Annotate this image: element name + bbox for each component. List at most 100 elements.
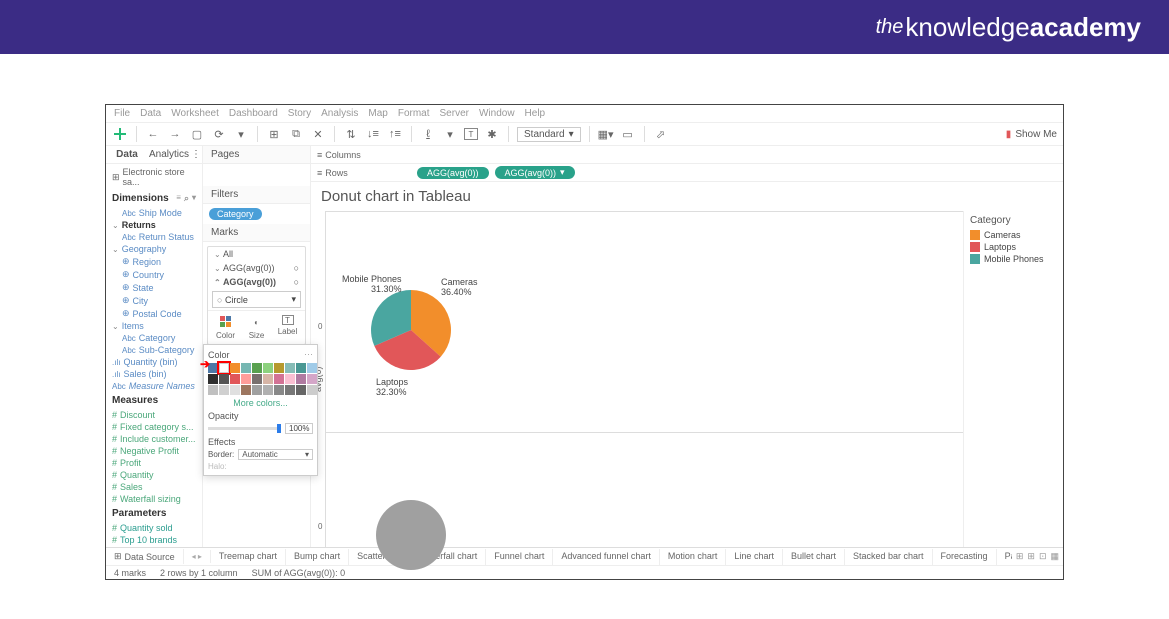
sheet-tab[interactable]: Bump chart xyxy=(286,549,349,565)
border-selector[interactable]: Automatic▾ xyxy=(238,449,313,460)
color-swatch[interactable] xyxy=(274,374,284,384)
sheet-tab[interactable]: Motion chart xyxy=(660,549,727,565)
analytics-tab[interactable]: Analytics xyxy=(148,146,190,163)
sheet-tab[interactable]: Line chart xyxy=(726,549,783,565)
opacity-input[interactable]: 100% xyxy=(285,423,313,434)
label-icon[interactable]: T xyxy=(464,128,478,140)
menu-format[interactable]: Format xyxy=(398,108,430,119)
legend-item[interactable]: Cameras xyxy=(970,230,1057,240)
color-swatch[interactable] xyxy=(252,374,262,384)
filters-shelf[interactable]: Filters xyxy=(203,186,310,204)
measure-item[interactable]: #Sales xyxy=(110,481,198,493)
color-swatch[interactable] xyxy=(296,385,306,395)
color-swatch[interactable] xyxy=(285,363,295,373)
measure-item[interactable]: #Discount xyxy=(110,409,198,421)
dropdown-icon[interactable]: ▾ xyxy=(192,193,196,204)
row-pill-2[interactable]: AGG(avg(0))▾ xyxy=(495,166,575,179)
dimension-item[interactable]: .ılıSales (bin) xyxy=(110,368,198,380)
color-swatch[interactable] xyxy=(230,374,240,384)
dimension-item[interactable]: ⌄Geography xyxy=(110,243,198,255)
dimension-item[interactable]: AbcShip Mode xyxy=(110,207,198,219)
color-swatch[interactable] xyxy=(208,385,218,395)
measure-item[interactable]: #Include customer... xyxy=(110,433,198,445)
pin-icon[interactable]: ✱ xyxy=(484,126,500,142)
marks-size-button[interactable]: ◐ Size xyxy=(241,315,272,340)
tab-nav[interactable]: ◂ ▸ xyxy=(184,550,211,563)
menu-analysis[interactable]: Analysis xyxy=(321,108,358,119)
new-worksheet-icon[interactable]: ⊞ xyxy=(266,126,282,142)
color-swatch[interactable] xyxy=(263,363,273,373)
more-colors-link[interactable]: More colors... xyxy=(208,398,313,408)
highlight-icon[interactable]: ℓ xyxy=(420,126,436,142)
dimension-item[interactable]: ⊕Postal Code xyxy=(110,307,198,320)
parameter-item[interactable]: #Quantity sold xyxy=(110,522,198,534)
dimension-item[interactable]: AbcCategory xyxy=(110,332,198,344)
dimension-item[interactable]: ⊕Region xyxy=(110,255,198,268)
legend-item[interactable]: Laptops xyxy=(970,242,1057,252)
color-swatch[interactable] xyxy=(285,385,295,395)
new-story-icon[interactable]: ⊡ xyxy=(1039,551,1047,562)
dimensions-menu-icon[interactable]: ≡ xyxy=(176,193,181,204)
dimension-item[interactable]: ⊕State xyxy=(110,281,198,294)
pie-chart[interactable] xyxy=(371,290,451,373)
back-icon[interactable]: ← xyxy=(145,126,161,142)
sheet-tab[interactable]: Bullet chart xyxy=(783,549,845,565)
marks-all[interactable]: ⌄ All xyxy=(208,247,305,261)
data-tabs-menu-icon[interactable]: ⋮ xyxy=(190,146,202,163)
sheet-tab[interactable]: Advanced funnel chart xyxy=(553,549,660,565)
sheet-tab[interactable]: Treemap chart xyxy=(211,549,286,565)
filter-pill-category[interactable]: Category xyxy=(209,208,262,220)
fit-selector[interactable]: Standard▾ xyxy=(517,127,581,142)
sheet-tab[interactable]: Funnel chart xyxy=(486,549,553,565)
marks-agg-2-menu-icon[interactable]: ○ xyxy=(294,277,299,287)
tableau-logo-icon[interactable] xyxy=(112,126,128,142)
dimension-item[interactable]: AbcSub-Category xyxy=(110,344,198,356)
sheet-tab[interactable]: Parameters xyxy=(997,549,1012,565)
marks-label-button[interactable]: T Label xyxy=(272,315,303,340)
cards-icon[interactable]: ▦▾ xyxy=(598,126,614,142)
color-popup-menu-icon[interactable]: ⋯ xyxy=(304,349,313,360)
dimension-item[interactable]: ⌄Returns xyxy=(110,219,198,231)
opacity-slider[interactable] xyxy=(208,427,281,430)
marks-agg-1[interactable]: ⌄ AGG(avg(0))○ xyxy=(208,261,305,275)
parameter-item[interactable]: #Top 10 brands xyxy=(110,534,198,546)
measure-item[interactable]: #Profit xyxy=(110,457,198,469)
datasource-name[interactable]: ⊞ Electronic store sa... xyxy=(106,164,202,190)
color-swatch[interactable] xyxy=(252,363,262,373)
menu-file[interactable]: File xyxy=(114,108,130,119)
sort-asc-icon[interactable]: ↓≡ xyxy=(365,126,381,142)
pill-dropdown-icon[interactable]: ▾ xyxy=(560,167,565,178)
color-swatch[interactable] xyxy=(241,363,251,373)
menu-data[interactable]: Data xyxy=(140,108,161,119)
dropdown-icon[interactable]: ▾ xyxy=(233,126,249,142)
color-swatch[interactable] xyxy=(296,363,306,373)
mark-type-selector[interactable]: ○ Circle▾ xyxy=(212,291,301,308)
measure-item[interactable]: #Negative Profit xyxy=(110,445,198,457)
color-swatch[interactable] xyxy=(307,385,317,395)
color-swatch[interactable] xyxy=(230,385,240,395)
pages-shelf[interactable]: Pages xyxy=(203,146,310,164)
tab-data-source[interactable]: ⊞Data Source xyxy=(106,549,184,564)
marks-agg-2[interactable]: ⌃ AGG(avg(0))○ xyxy=(208,275,305,289)
color-swatch[interactable] xyxy=(219,385,229,395)
group-icon[interactable]: ▾ xyxy=(442,126,458,142)
color-swatch[interactable] xyxy=(241,374,251,384)
sort-desc-icon[interactable]: ↑≡ xyxy=(387,126,403,142)
dimension-item[interactable]: AbcReturn Status xyxy=(110,231,198,243)
color-swatch[interactable] xyxy=(230,363,240,373)
menu-server[interactable]: Server xyxy=(440,108,469,119)
duplicate-icon[interactable]: ⧉ xyxy=(288,126,304,142)
search-icon[interactable]: ⌕ xyxy=(184,193,189,204)
overlay-circle[interactable] xyxy=(376,500,446,570)
legend-item[interactable]: Mobile Phones xyxy=(970,254,1057,264)
measure-item[interactable]: #Waterfall sizing xyxy=(110,493,198,505)
color-swatch[interactable] xyxy=(241,385,251,395)
presentation-icon[interactable]: ▭ xyxy=(620,126,636,142)
share-icon[interactable]: ⬀ xyxy=(653,126,669,142)
menu-window[interactable]: Window xyxy=(479,108,515,119)
marks-agg-1-menu-icon[interactable]: ○ xyxy=(294,263,299,273)
color-swatch[interactable] xyxy=(219,374,229,384)
color-swatch[interactable] xyxy=(219,363,229,373)
color-swatch[interactable] xyxy=(307,374,317,384)
menu-map[interactable]: Map xyxy=(368,108,387,119)
